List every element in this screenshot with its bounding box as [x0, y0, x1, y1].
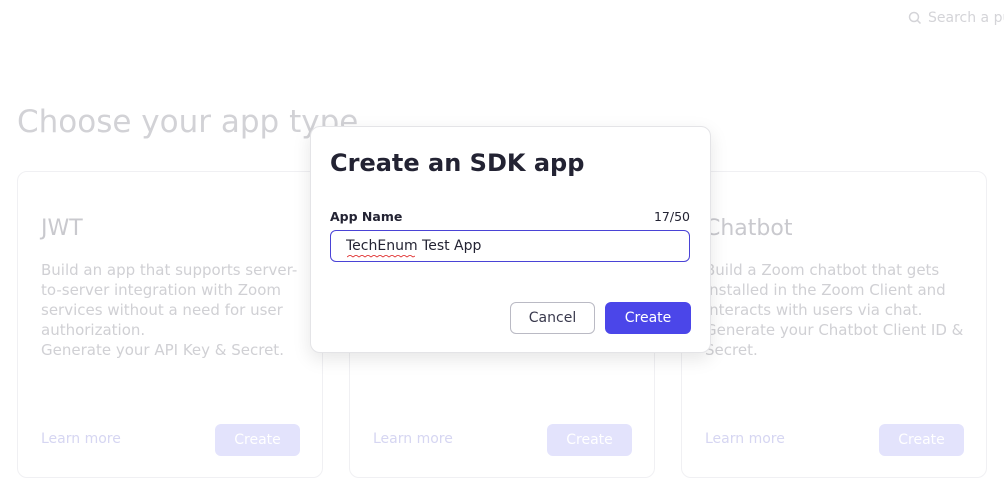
card-title: Chatbot [705, 216, 793, 241]
learn-more-link[interactable]: Learn more [705, 431, 785, 447]
search-bar[interactable]: Search a pu [908, 8, 1004, 28]
cancel-button[interactable]: Cancel [510, 302, 595, 334]
create-button[interactable]: Create [605, 302, 691, 334]
app-type-card-chatbot: Chatbot Build a Zoom chatbot that gets i… [681, 171, 987, 478]
search-icon [908, 11, 922, 25]
character-count: 17/50 [653, 209, 690, 224]
create-jwt-button[interactable]: Create [215, 424, 300, 456]
app-type-card-jwt: JWT Build an app that supports server-to… [17, 171, 323, 478]
card-description: Build a Zoom chatbot that gets installed… [705, 261, 964, 359]
card-description: Build an app that supports server-to-ser… [41, 261, 298, 359]
page-title: Choose your app type [17, 104, 359, 140]
create-sdk-app-dialog: Create an SDK app App Name 17/50 Cancel … [310, 126, 711, 353]
create-chatbot-button[interactable]: Create [879, 424, 964, 456]
card-title: JWT [41, 216, 83, 241]
learn-more-link[interactable]: Learn more [41, 431, 121, 447]
dialog-title: Create an SDK app [330, 149, 585, 177]
app-name-label: App Name [330, 209, 403, 224]
learn-more-link[interactable]: Learn more [373, 431, 453, 447]
app-name-input[interactable] [330, 230, 690, 262]
create-sdk-button[interactable]: Create [547, 424, 632, 456]
search-placeholder: Search a pu [928, 10, 1004, 26]
